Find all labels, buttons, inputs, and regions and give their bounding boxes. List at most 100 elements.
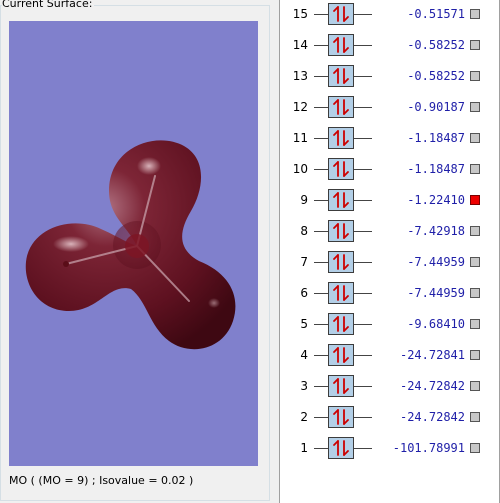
energy-level-line: [354, 231, 372, 232]
surface-highlight: [208, 298, 220, 308]
orbital-level-row[interactable]: 2 -24.72842: [280, 405, 499, 429]
orbital-level-row[interactable]: 4 -24.72841: [280, 343, 499, 367]
orbital-energy-value: -7.44959: [407, 255, 465, 269]
orbital-occupancy-box[interactable]: [328, 96, 354, 118]
surface-highlight: [53, 236, 89, 252]
orbital-occupancy-box[interactable]: [328, 344, 354, 366]
mo-status-text: MO ( (MO = 9) ; Isovalue = 0.02 ): [9, 474, 194, 487]
up-down-arrow-pair-icon: [333, 161, 349, 177]
orbital-select-checkbox[interactable]: [470, 443, 480, 453]
orbital-occupancy-box[interactable]: [328, 189, 354, 211]
orbital-occupancy-box[interactable]: [328, 220, 354, 242]
orbital-energy-value: -1.18487: [407, 162, 465, 176]
energy-level-line: [314, 417, 328, 418]
energy-level-line: [314, 200, 328, 201]
orbital-select-checkbox[interactable]: [470, 412, 480, 422]
orbital-occupancy-box[interactable]: [328, 65, 354, 87]
orbital-index: 3: [300, 379, 308, 393]
molecule-3d-viewport[interactable]: [9, 21, 258, 466]
energy-level-line: [314, 107, 328, 108]
up-down-arrow-pair-icon: [333, 192, 349, 208]
surface-highlight: [137, 157, 161, 175]
orbital-select-checkbox[interactable]: [470, 9, 480, 19]
central-atom: [125, 234, 149, 258]
orbital-energy-diagram[interactable]: 15 -0.51571 14 -0.58252 13 -0.58252 12 -0.90187…: [279, 0, 500, 503]
orbital-index: 9: [300, 193, 308, 207]
current-surface-label: Current Surface:: [2, 0, 95, 10]
energy-level-line: [314, 231, 328, 232]
up-down-arrow-pair-icon: [333, 285, 349, 301]
orbital-energy-value: -24.72842: [399, 410, 465, 424]
energy-level-line: [354, 448, 372, 449]
orbital-index: 4: [300, 348, 308, 362]
orbital-occupancy-box[interactable]: [328, 437, 354, 459]
orbital-level-row[interactable]: 13 -0.58252: [280, 64, 499, 88]
orbital-level-row[interactable]: 6 -7.44959: [280, 281, 499, 305]
orbital-energy-value: -0.51571: [407, 7, 465, 21]
orbital-level-row[interactable]: 8 -7.42918: [280, 219, 499, 243]
orbital-energy-value: -0.58252: [407, 38, 465, 52]
orbital-level-row[interactable]: 10 -1.18487: [280, 157, 499, 181]
orbital-select-checkbox[interactable]: [470, 195, 480, 205]
orbital-occupancy-box[interactable]: [328, 406, 354, 428]
orbital-level-row[interactable]: 7 -7.44959: [280, 250, 499, 274]
orbital-occupancy-box[interactable]: [328, 375, 354, 397]
orbital-index: 13: [292, 69, 308, 83]
orbital-level-row[interactable]: 12 -0.90187: [280, 95, 499, 119]
orbital-level-row[interactable]: 14 -0.58252: [280, 33, 499, 57]
orbital-level-row[interactable]: 1 -101.78991: [280, 436, 499, 460]
up-down-arrow-pair-icon: [333, 99, 349, 115]
surface-panel: Current Surface: MO ((MO = 9) ; Isovalu…: [0, 0, 275, 503]
up-down-arrow-pair-icon: [333, 130, 349, 146]
orbital-index: 8: [300, 224, 308, 238]
orbital-select-checkbox[interactable]: [470, 133, 480, 143]
orbital-occupancy-box[interactable]: [328, 282, 354, 304]
energy-level-line: [354, 200, 372, 201]
orbital-energy-value: -7.42918: [407, 224, 465, 238]
orbital-level-row[interactable]: 3 -24.72842: [280, 374, 499, 398]
orbital-energy-value: -9.68410: [407, 317, 465, 331]
orbital-select-checkbox[interactable]: [470, 257, 480, 267]
energy-level-line: [354, 324, 372, 325]
up-down-arrow-pair-icon: [333, 37, 349, 53]
orbital-select-checkbox[interactable]: [470, 102, 480, 112]
up-down-arrow-pair-icon: [333, 6, 349, 22]
orbital-level-row[interactable]: 15 -0.51571: [280, 2, 499, 26]
orbital-energy-value: -101.78991: [392, 441, 465, 455]
up-down-arrow-pair-icon: [333, 223, 349, 239]
orbital-select-checkbox[interactable]: [470, 319, 480, 329]
up-down-arrow-pair-icon: [333, 68, 349, 84]
energy-level-line: [354, 417, 372, 418]
orbital-occupancy-box[interactable]: [328, 251, 354, 273]
orbital-occupancy-box[interactable]: [328, 3, 354, 25]
orbital-select-checkbox[interactable]: [470, 350, 480, 360]
up-down-arrow-pair-icon: [333, 409, 349, 425]
orbital-energy-value: -0.58252: [407, 69, 465, 83]
orbital-index: 6: [300, 286, 308, 300]
energy-level-line: [354, 138, 372, 139]
terminal-atom: [63, 261, 69, 267]
orbital-select-checkbox[interactable]: [470, 226, 480, 236]
orbital-level-row[interactable]: 9 -1.22410: [280, 188, 499, 212]
orbital-select-checkbox[interactable]: [470, 288, 480, 298]
orbital-occupancy-box[interactable]: [328, 313, 354, 335]
orbital-select-checkbox[interactable]: [470, 71, 480, 81]
energy-level-line: [354, 355, 372, 356]
energy-level-line: [314, 448, 328, 449]
energy-level-line: [354, 293, 372, 294]
orbital-index: 11: [292, 131, 308, 145]
orbital-select-checkbox[interactable]: [470, 381, 480, 391]
orbital-level-row[interactable]: 5 -9.68410: [280, 312, 499, 336]
up-down-arrow-pair-icon: [333, 316, 349, 332]
orbital-energy-value: -1.22410: [407, 193, 465, 207]
orbital-occupancy-box[interactable]: [328, 127, 354, 149]
energy-level-line: [354, 107, 372, 108]
orbital-select-checkbox[interactable]: [470, 40, 480, 50]
orbital-energy-value: -0.90187: [407, 100, 465, 114]
orbital-occupancy-box[interactable]: [328, 34, 354, 56]
orbital-level-row[interactable]: 11 -1.18487: [280, 126, 499, 150]
orbital-index: 5: [300, 317, 308, 331]
orbital-occupancy-box[interactable]: [328, 158, 354, 180]
orbital-select-checkbox[interactable]: [470, 164, 480, 174]
energy-level-line: [314, 324, 328, 325]
